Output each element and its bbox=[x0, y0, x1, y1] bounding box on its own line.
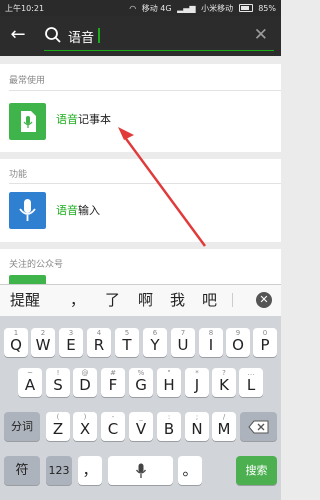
candidate-word[interactable]: 了 bbox=[105, 289, 120, 310]
key-d[interactable]: @ D bbox=[73, 368, 97, 397]
search-icon bbox=[45, 27, 61, 43]
key-s[interactable]: ! S bbox=[46, 368, 70, 397]
annotation-arrow bbox=[118, 127, 207, 247]
key-q[interactable]: 1Q bbox=[4, 328, 28, 357]
candidate-word[interactable]: 我 bbox=[170, 289, 185, 310]
period-key[interactable]: 。 bbox=[178, 456, 202, 485]
close-candidates-icon[interactable]: ✕ bbox=[256, 292, 272, 308]
key-c[interactable]: -C bbox=[101, 412, 125, 441]
key-i[interactable]: 8I bbox=[199, 328, 223, 357]
clear-icon[interactable]: ✕ bbox=[254, 26, 268, 44]
key-g[interactable]: % G bbox=[129, 368, 153, 397]
search-results: 最常使用 语音记事本 功能 语音输入 关注的公众号 bbox=[0, 56, 281, 284]
candidate-word[interactable]: 吧 bbox=[202, 289, 217, 310]
search-key[interactable]: 搜索 bbox=[236, 456, 277, 485]
key-z[interactable]: (Z bbox=[46, 412, 70, 441]
key-m[interactable]: / M bbox=[212, 412, 236, 441]
backspace-key[interactable] bbox=[240, 412, 277, 441]
battery-icon bbox=[238, 4, 253, 12]
back-arrow-icon[interactable]: ← bbox=[8, 25, 28, 45]
wifi-icon: ◠ bbox=[129, 4, 137, 13]
keyboard: 1Q 2W 3E 4R 5T 6Y 7U 8I 9O 0P ~ A ! S @ D #… bbox=[0, 316, 281, 500]
status-bar: 上午10:21 ◠ 移动 4G ▂▄▆ 小米移动 85% bbox=[0, 0, 281, 16]
candidate-separator bbox=[232, 293, 233, 307]
key-a[interactable]: ~ A bbox=[18, 368, 42, 397]
search-input[interactable]: 语音 bbox=[68, 27, 94, 46]
key-e[interactable]: 3E bbox=[59, 328, 83, 357]
key-y[interactable]: 6Y bbox=[143, 328, 167, 357]
key-u[interactable]: 7U bbox=[171, 328, 195, 357]
space-voice-key[interactable] bbox=[108, 456, 173, 485]
text-cursor bbox=[98, 28, 100, 43]
battery-level: 85% bbox=[258, 4, 276, 13]
key-p[interactable]: 0P bbox=[253, 328, 277, 357]
microphone-icon bbox=[135, 463, 146, 478]
backspace-icon bbox=[247, 420, 268, 434]
key-b[interactable]: :B bbox=[157, 412, 181, 441]
ime-candidate-bar: 提醒 ， 了 啊 我 吧 ✕ bbox=[0, 284, 281, 317]
key-n[interactable]: ; N bbox=[185, 412, 209, 441]
key-l[interactable]: … L bbox=[239, 368, 263, 397]
signal-icon: ▂▄▆ bbox=[177, 4, 196, 13]
key-t[interactable]: 5T bbox=[115, 328, 139, 357]
key-w[interactable]: 2W bbox=[31, 328, 55, 357]
candidate-word[interactable]: ， bbox=[70, 289, 85, 310]
carrier-label: 小米移动 bbox=[201, 4, 234, 13]
key-r[interactable]: 4R bbox=[87, 328, 111, 357]
split-word-key[interactable]: 分词 bbox=[4, 412, 40, 441]
status-indicators: ◠ 移动 4G ▂▄▆ 小米移动 85% bbox=[126, 3, 276, 14]
key-x[interactable]: ) X bbox=[73, 412, 97, 441]
key-k[interactable]: ? K bbox=[212, 368, 236, 397]
status-time: 上午10:21 bbox=[5, 4, 45, 13]
search-field[interactable]: 语音 ✕ bbox=[44, 23, 274, 51]
search-toolbar: ← 语音 ✕ bbox=[0, 16, 281, 56]
key-o[interactable]: 9O bbox=[226, 328, 250, 357]
comma-key[interactable]: ， bbox=[78, 456, 102, 485]
number-key[interactable]: 123 bbox=[46, 456, 72, 485]
key-v[interactable]: _ V bbox=[129, 412, 153, 441]
network-label: 移动 4G bbox=[141, 4, 172, 13]
symbol-key[interactable]: 符 bbox=[4, 456, 40, 485]
key-j[interactable]: * J bbox=[185, 368, 209, 397]
key-h[interactable]: " H bbox=[157, 368, 181, 397]
key-f[interactable]: # F bbox=[101, 368, 125, 397]
candidate-word[interactable]: 啊 bbox=[138, 289, 153, 310]
candidate-word[interactable]: 提醒 bbox=[10, 289, 40, 310]
